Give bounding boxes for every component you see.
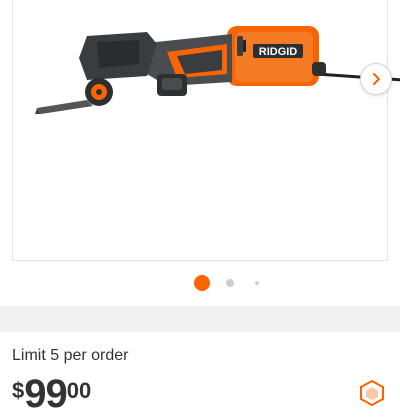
chevron-right-icon	[373, 73, 380, 85]
price-currency: $	[12, 378, 25, 403]
carousel-pagination	[0, 275, 400, 291]
section-divider	[0, 306, 400, 332]
price-cents: 00	[66, 378, 92, 403]
product-image-card[interactable]: RIDGID	[12, 0, 400, 261]
store-hexagon-icon[interactable]	[359, 380, 385, 406]
product-price: $9900	[12, 372, 91, 417]
carousel-next-button[interactable]	[360, 63, 392, 95]
oscillating-multi-tool-image: RIDGID	[35, 26, 400, 114]
carousel-dot[interactable]	[255, 281, 259, 285]
limit-per-order-text: Limit 5 per order	[12, 347, 129, 364]
brand-label: RIDGID	[259, 46, 298, 58]
price-dollars: 99	[24, 372, 67, 416]
carousel-dot[interactable]	[226, 279, 234, 287]
carousel-dot-active[interactable]	[194, 275, 210, 291]
